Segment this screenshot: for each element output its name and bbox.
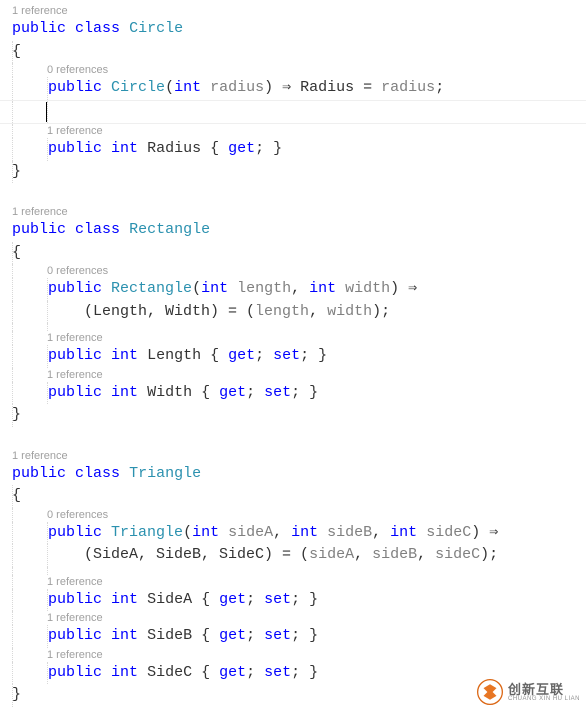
cursor-line[interactable] (0, 101, 586, 124)
code-line: { (0, 41, 586, 64)
codelens-rectangle-class[interactable]: 1 reference (0, 205, 586, 219)
watermark: 创新互联 CHUANG XIN HU LIAN (477, 679, 580, 705)
code-line: public class Triangle (0, 463, 586, 486)
code-editor[interactable]: 1 reference public class Circle { 0 refe… (0, 0, 586, 707)
keyword-class: class (75, 20, 120, 37)
codelens-circle-ctor[interactable]: 0 references (0, 63, 586, 77)
codelens-rectangle-width[interactable]: 1 reference (0, 368, 586, 382)
text-caret-icon (46, 102, 47, 122)
codelens-triangle-sidea[interactable]: 1 reference (0, 575, 586, 589)
type-rectangle: Rectangle (129, 221, 210, 238)
code-line: public int Radius { get; } (0, 138, 586, 161)
code-line: public int Width { get; set; } (0, 382, 586, 405)
codelens-circle-radius[interactable]: 1 reference (0, 124, 586, 138)
code-line: public class Circle (0, 18, 586, 41)
code-line: (Length, Width) = (length, width); (0, 301, 586, 324)
codelens-circle-class[interactable]: 1 reference (0, 4, 586, 18)
keyword-public: public (12, 20, 66, 37)
code-line: public int Length { get; set; } (0, 345, 586, 368)
code-line: public Triangle(int sideA, int sideB, in… (0, 522, 586, 545)
code-line: public class Rectangle (0, 219, 586, 242)
code-line: public Rectangle(int length, int width) … (0, 278, 586, 301)
codelens-triangle-ctor[interactable]: 0 references (0, 508, 586, 522)
codelens-rectangle-ctor[interactable]: 0 references (0, 264, 586, 278)
watermark-logo-icon (477, 679, 503, 705)
code-line: } (0, 404, 586, 427)
codelens-triangle-class[interactable]: 1 reference (0, 449, 586, 463)
code-line: { (0, 242, 586, 265)
codelens-triangle-sideb[interactable]: 1 reference (0, 611, 586, 625)
code-line: public int SideA { get; set; } (0, 589, 586, 612)
type-circle: Circle (129, 20, 183, 37)
type-triangle: Triangle (129, 465, 201, 482)
code-line: (SideA, SideB, SideC) = (sideA, sideB, s… (0, 544, 586, 567)
codelens-triangle-sidec[interactable]: 1 reference (0, 648, 586, 662)
watermark-cn-text: 创新互联 (508, 683, 580, 696)
code-line: } (0, 161, 586, 184)
watermark-en-text: CHUANG XIN HU LIAN (508, 696, 580, 702)
code-line: public int SideB { get; set; } (0, 625, 586, 648)
code-line: { (0, 485, 586, 508)
codelens-rectangle-length[interactable]: 1 reference (0, 331, 586, 345)
code-line: public Circle(int radius) ⇒ Radius = rad… (0, 77, 586, 100)
